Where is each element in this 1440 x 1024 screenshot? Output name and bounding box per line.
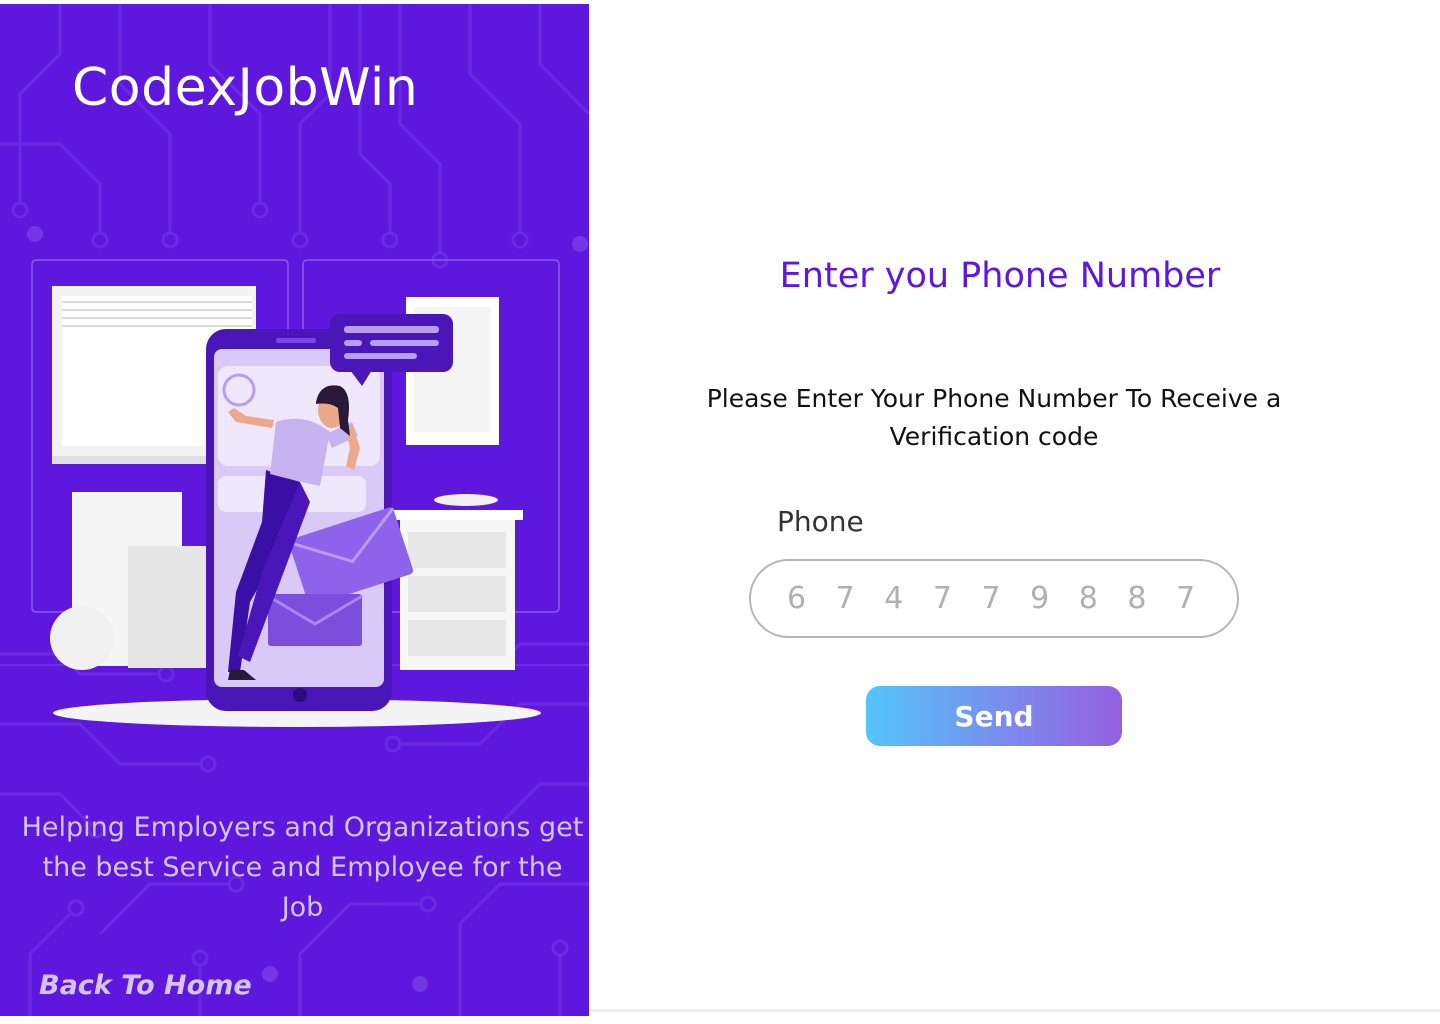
bottom-divider [589, 1009, 1440, 1012]
form-panel [589, 0, 1440, 1024]
verification-page: CodexJobWin Helping Employers and Organi… [0, 0, 1440, 1024]
brand-logo: CodexJobWin [72, 58, 419, 118]
brand-panel: CodexJobWin Helping Employers and Organi… [0, 4, 589, 1016]
form-title: Enter you Phone Number [779, 256, 1221, 296]
tagline-text: Helping Employers and Organizations get … [21, 812, 584, 923]
woman-phone-illustration [31, 259, 560, 727]
back-to-home-link[interactable]: Back To Home [39, 970, 252, 1001]
phone-label: Phone [777, 505, 864, 538]
phone-input[interactable] [749, 559, 1239, 638]
send-button[interactable]: Send [866, 686, 1122, 746]
form-description: Please Enter Your Phone Number To Receiv… [706, 384, 1282, 451]
